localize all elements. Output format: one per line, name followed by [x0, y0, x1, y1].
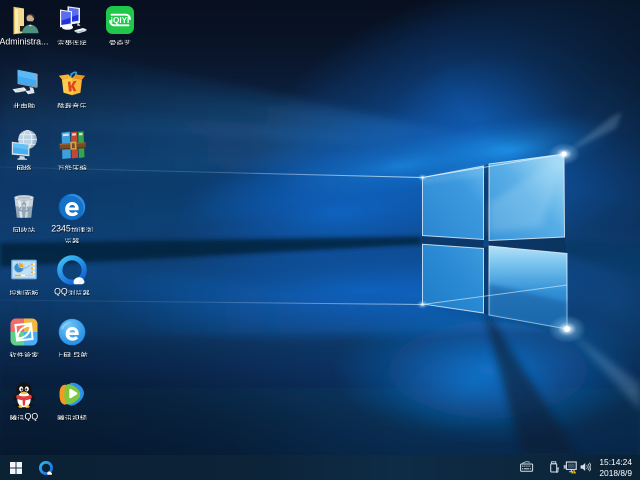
svg-text:QQ: QQ — [54, 287, 68, 296]
svg-text:iQIYI: iQIYI — [111, 16, 130, 25]
svg-text:QQ: QQ — [25, 412, 39, 421]
svg-text:2345: 2345 — [51, 224, 71, 233]
